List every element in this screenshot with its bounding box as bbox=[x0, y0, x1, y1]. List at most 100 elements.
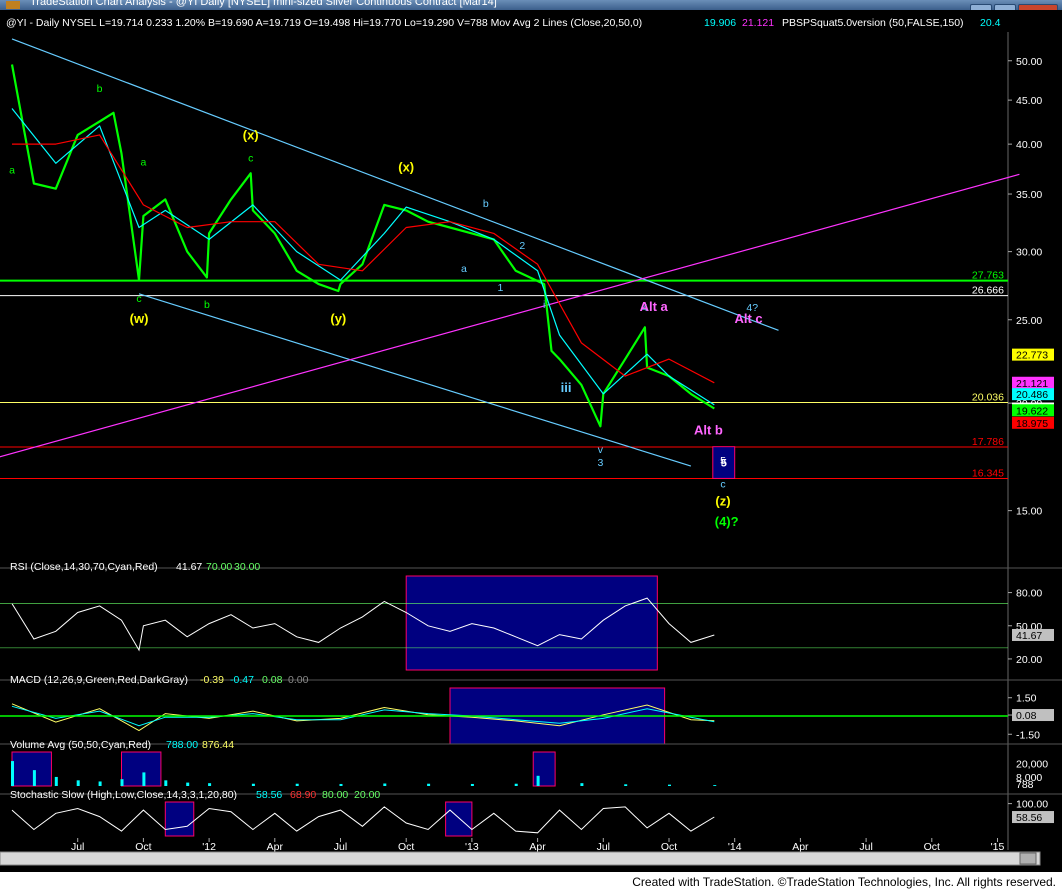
volume-y-tick-label: 20,000 bbox=[1016, 758, 1048, 770]
wave-label: v bbox=[598, 444, 604, 456]
x-tick-label: Jul bbox=[597, 841, 610, 853]
price-level-label: 16.345 bbox=[972, 468, 1004, 480]
rsi-last-value-label: 41.67 bbox=[1016, 630, 1042, 642]
wave-label: c bbox=[720, 479, 725, 491]
stochastic-title: Stochastic Slow (High,Low,Close,14,3,3,1… bbox=[10, 789, 237, 801]
wave-label: b bbox=[204, 299, 210, 311]
volume-bar bbox=[295, 783, 299, 786]
volume-bar bbox=[383, 783, 387, 786]
volume-bar bbox=[427, 783, 431, 786]
volume-bar bbox=[624, 784, 628, 786]
wave-label: Alt b bbox=[694, 422, 723, 437]
volume-bar bbox=[713, 785, 717, 786]
x-tick-label: '15 bbox=[991, 841, 1005, 853]
wave-label: a bbox=[140, 156, 146, 168]
rsi-title: RSI (Close,14,30,70,Cyan,Red) bbox=[10, 561, 158, 573]
volume-bar bbox=[470, 783, 474, 786]
wave-label: (z) bbox=[715, 494, 730, 509]
x-axis: Jul Oct '12 Apr Jul Oct '13 Apr Jul Oct '14 Apr Jul O… bbox=[71, 838, 1005, 853]
scrollbar-thumb[interactable] bbox=[1019, 852, 1037, 865]
volume-bar bbox=[514, 783, 518, 786]
wave-label: b bbox=[97, 83, 103, 95]
wave-label: 5 bbox=[720, 455, 726, 467]
window-title: TradeStation Chart Analysis - @YI Daily … bbox=[30, 0, 497, 8]
footer-bar: Created with TradeStation. ©TradeStation… bbox=[0, 872, 1062, 891]
volume-bar bbox=[251, 783, 255, 786]
volume-bar bbox=[164, 780, 168, 786]
scrollbar-track[interactable] bbox=[0, 851, 1041, 866]
x-tick-label: Apr bbox=[792, 841, 809, 853]
x-tick-label: Apr bbox=[529, 841, 546, 853]
volume-avg-value: 876.44 bbox=[202, 739, 234, 751]
volume-bar bbox=[120, 779, 124, 786]
stochastic-d-value: 68.90 bbox=[290, 789, 316, 801]
macd-last-value-label: 0.08 bbox=[1016, 710, 1037, 722]
x-tick-label: '13 bbox=[465, 841, 479, 853]
volume-bar bbox=[580, 783, 584, 786]
app-icon bbox=[6, 1, 20, 9]
price-level-label: 27.763 bbox=[972, 270, 1004, 282]
ma-slow-value: 21.121 bbox=[742, 17, 774, 29]
macd-value: -0.39 bbox=[200, 674, 224, 686]
volume-bar bbox=[98, 781, 102, 786]
volume-bar bbox=[11, 761, 14, 786]
wave-label: (y) bbox=[330, 311, 346, 326]
macd-hist-value: 0.08 bbox=[262, 674, 283, 686]
volume-highlight-box bbox=[121, 751, 162, 787]
wave-label: 2 bbox=[519, 240, 525, 252]
x-tick-label: Oct bbox=[924, 841, 940, 853]
volume-bar bbox=[54, 776, 58, 786]
x-tick-label: Jul bbox=[334, 841, 347, 853]
volume-title: Volume Avg (50,50,Cyan,Red) bbox=[10, 739, 151, 751]
x-tick-label: Jul bbox=[71, 841, 84, 853]
chart-header: @YI - Daily NYSEL L=19.714 0.233 1.20% B… bbox=[6, 17, 1001, 29]
volume-bar bbox=[339, 783, 343, 786]
volume-bar bbox=[208, 783, 212, 786]
chart-canvas[interactable]: @YI - Daily NYSEL L=19.714 0.233 1.20% B… bbox=[0, 10, 1062, 872]
wave-label: Alt a bbox=[640, 299, 669, 314]
stochastic-highlight-box bbox=[164, 801, 195, 837]
wave-label: iii bbox=[561, 380, 572, 395]
volume-bar bbox=[186, 782, 190, 786]
stochastic-k-value: 58.56 bbox=[256, 789, 282, 801]
rsi-overbought-value: 70.00 bbox=[206, 561, 232, 573]
price-y-tick-label: 35.00 bbox=[1016, 189, 1042, 201]
macd-y-tick-label: 1.50 bbox=[1016, 693, 1037, 705]
wave-label: Alt c bbox=[734, 311, 762, 326]
price-y-tick-label: 45.00 bbox=[1016, 95, 1042, 107]
study-name: PBSPSquat5.0version (50,FALSE,150) bbox=[782, 17, 964, 29]
wave-label: (x) bbox=[398, 159, 414, 174]
macd-zero-value: 0.00 bbox=[288, 674, 309, 686]
horizontal-scrollbar[interactable] bbox=[0, 851, 1041, 866]
price-axis-tag-label: 19.622 bbox=[1016, 405, 1048, 417]
stochastic-highlight-box bbox=[445, 801, 473, 837]
rsi-highlight-box bbox=[405, 575, 658, 671]
rsi-y-tick-label: 80.00 bbox=[1016, 588, 1042, 600]
wave-label: 3 bbox=[597, 457, 603, 469]
wave-label: c bbox=[248, 152, 253, 164]
macd-y-tick-label: -1.50 bbox=[1016, 729, 1040, 741]
volume-y-tick-label: 788 bbox=[1016, 779, 1034, 791]
macd-legend: MACD (12,26,9,Green,Red,DarkGray) -0.39 … bbox=[10, 674, 309, 686]
price-y-tick-label: 15.00 bbox=[1016, 506, 1042, 518]
price-level-label: 26.666 bbox=[972, 285, 1004, 297]
stochastic-y-tick-label: 100.00 bbox=[1016, 799, 1048, 811]
volume-highlight-box bbox=[11, 751, 52, 787]
volume-value: 788.00 bbox=[166, 739, 198, 751]
symbol-info: @YI - Daily NYSEL L=19.714 0.233 1.20% B… bbox=[6, 17, 642, 29]
volume-highlight-box bbox=[532, 751, 556, 787]
stochastic-legend: Stochastic Slow (High,Low,Close,14,3,3,1… bbox=[10, 789, 380, 801]
x-tick-label: '14 bbox=[728, 841, 742, 853]
window-title-bar: TradeStation Chart Analysis - @YI Daily … bbox=[0, 0, 1062, 10]
macd-title: MACD (12,26,9,Green,Red,DarkGray) bbox=[10, 674, 188, 686]
stochastic-upper-value: 80.00 bbox=[322, 789, 348, 801]
wave-label: (4)? bbox=[715, 514, 739, 529]
x-tick-label: Oct bbox=[398, 841, 414, 853]
x-tick-label: Apr bbox=[267, 841, 284, 853]
price-y-tick-label: 40.00 bbox=[1016, 139, 1042, 151]
rsi-y-tick-label: 20.00 bbox=[1016, 654, 1042, 666]
x-tick-label: Jul bbox=[859, 841, 872, 853]
wave-label: a bbox=[461, 263, 467, 275]
volume-bar bbox=[536, 775, 540, 786]
rsi-value: 41.67 bbox=[176, 561, 202, 573]
